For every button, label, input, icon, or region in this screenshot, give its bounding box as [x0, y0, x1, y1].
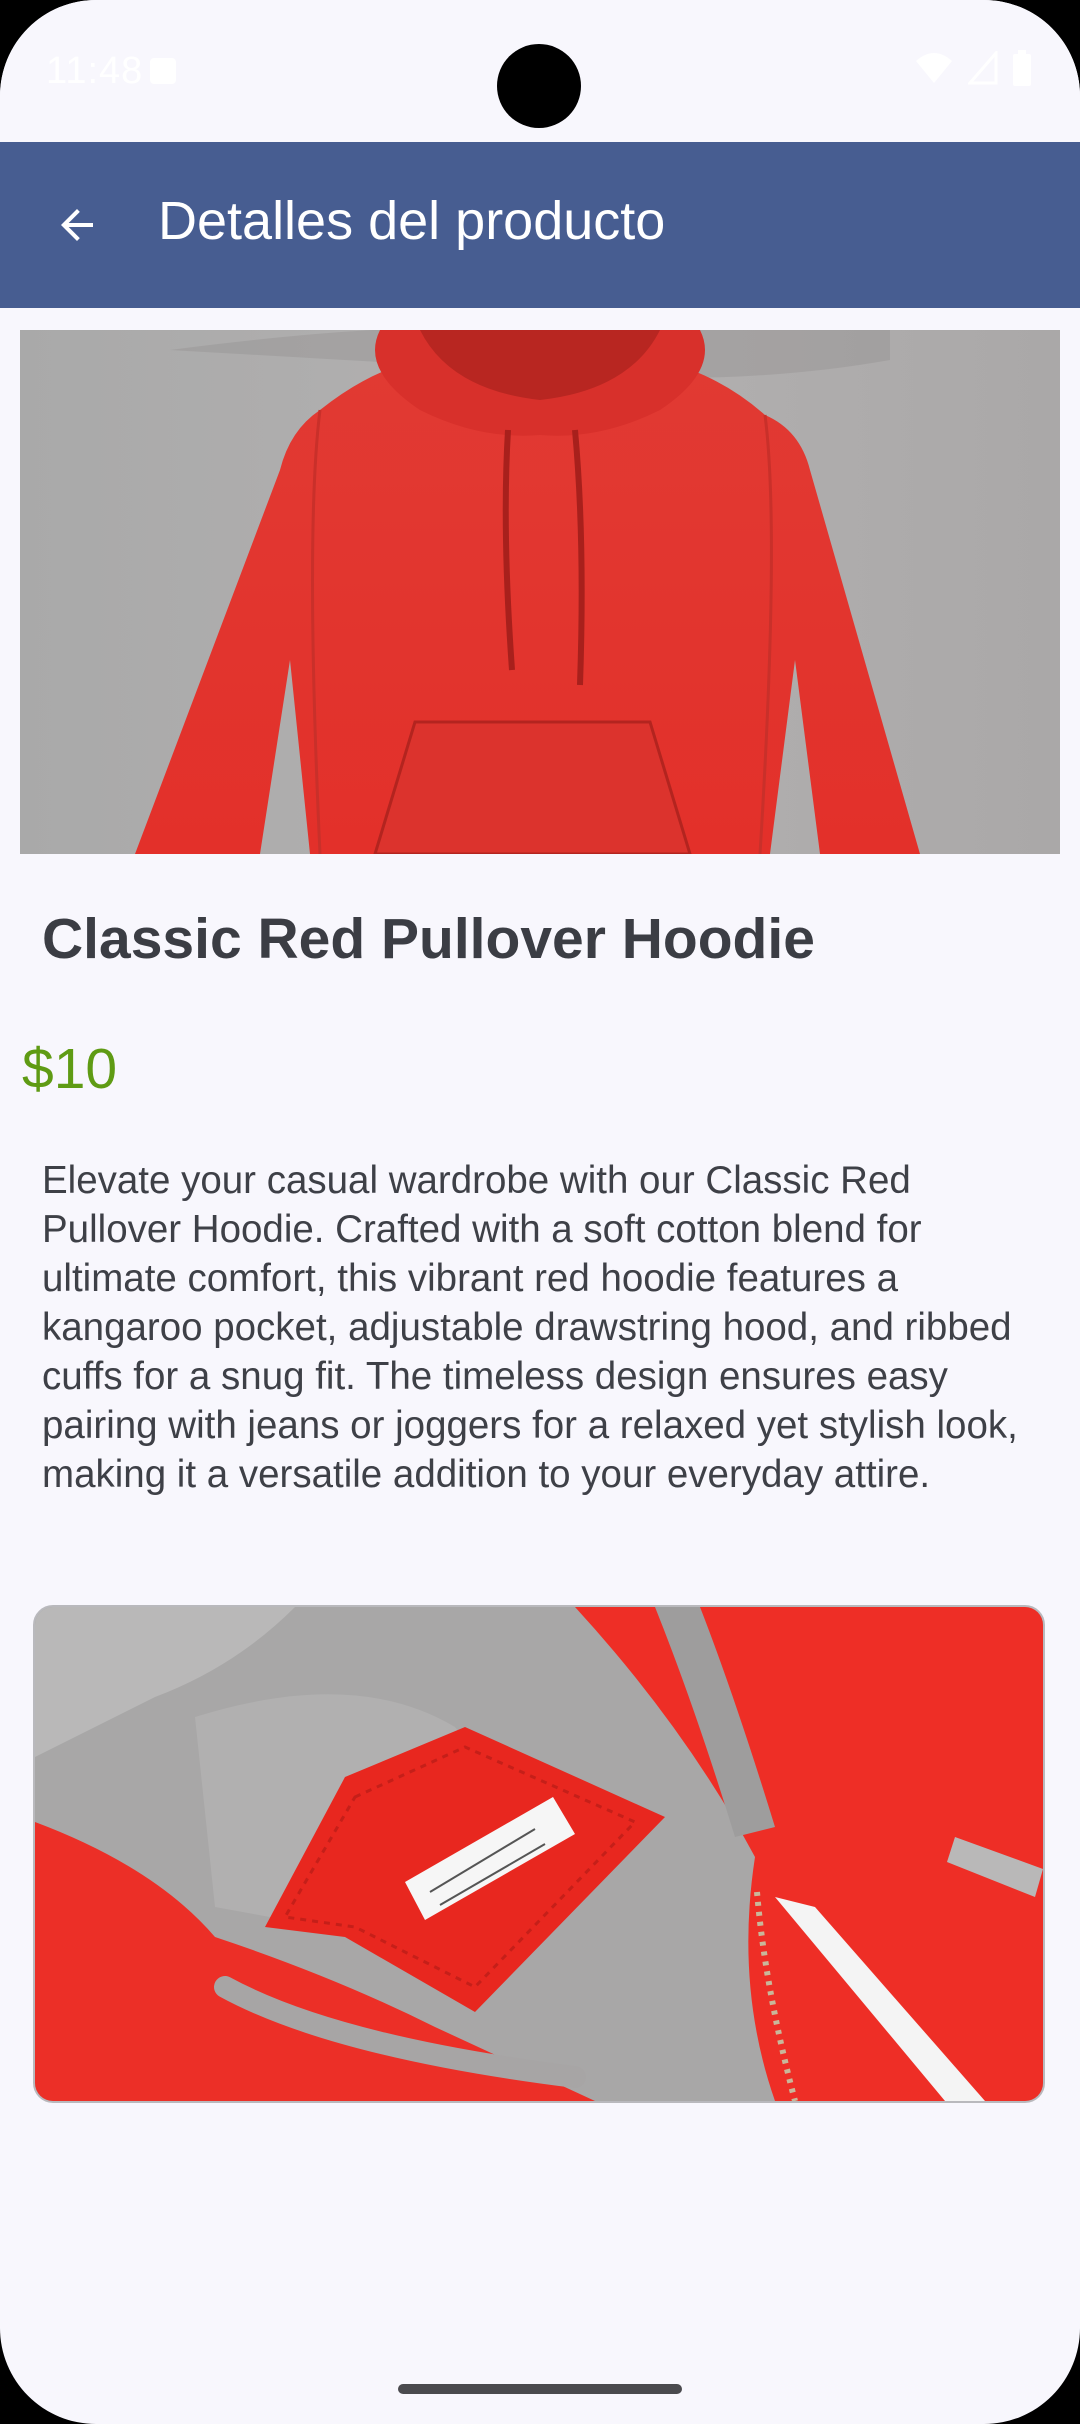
home-indicator[interactable] — [398, 2384, 682, 2394]
app-bar: Detalles del producto — [0, 142, 1080, 308]
status-icons — [914, 50, 1032, 86]
camera-cutout — [497, 44, 581, 128]
arrow-back-icon — [61, 209, 93, 241]
hoodie-front-illustration — [20, 330, 1060, 854]
status-bar: 11:48 — [0, 0, 1080, 142]
phone-screen: 11:48 Detalles del producto Classic Red … — [0, 0, 1080, 2424]
product-detail-image — [33, 1605, 1045, 2103]
notification-icon — [150, 58, 176, 84]
wifi-icon — [916, 53, 952, 83]
battery-icon — [1013, 50, 1031, 86]
product-price: $10 — [22, 1037, 118, 1101]
product-description: Elevate your casual wardrobe with our Cl… — [42, 1159, 1018, 1496]
status-time: 11:48 — [46, 50, 144, 92]
signal-icon — [968, 51, 998, 85]
hoodie-label-illustration — [35, 1607, 1043, 2101]
page-title: Detalles del producto — [158, 191, 666, 251]
product-name: Classic Red Pullover Hoodie — [42, 907, 815, 971]
product-image — [20, 330, 1060, 854]
back-button[interactable] — [30, 178, 124, 272]
